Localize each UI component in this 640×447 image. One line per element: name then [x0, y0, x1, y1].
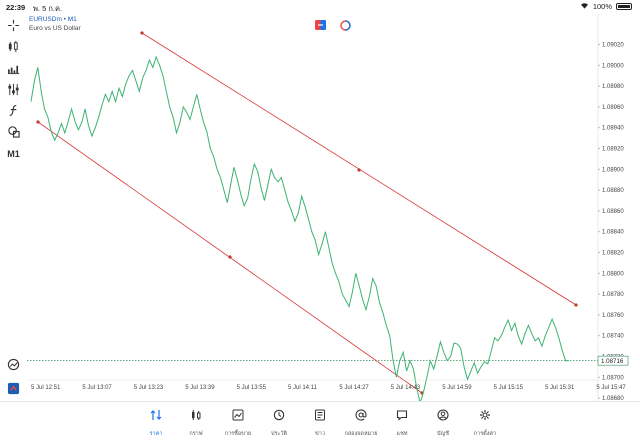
time-tick-label: 5 Jul 14:27 [339, 385, 369, 391]
history-icon [273, 408, 285, 426]
price-axis: 1.09020 1.09000 1.08980 1.08960 1.08940 1.089… [598, 43, 624, 401]
time-tick-label: 5 Jul 14:59 [442, 385, 472, 391]
nav-mailbox[interactable]: กล่องจดหมาย [341, 408, 381, 438]
nav-label-mailbox: กล่องจดหมาย [344, 431, 378, 437]
crosshair-icon[interactable] [5, 17, 22, 34]
nav-account[interactable]: บัญชี [423, 408, 463, 438]
trendline-anchor[interactable] [357, 168, 361, 172]
chart-icon [190, 408, 202, 426]
nav-quotes[interactable]: ราคา [136, 408, 176, 438]
sliders-icon[interactable] [5, 81, 22, 98]
battery-label: 100% [592, 2, 612, 11]
nav-label-trade: การซื้อขาย [224, 431, 252, 437]
price-chart[interactable]: 1.09020 1.09000 1.08980 1.08960 1.08940 1.089… [27, 14, 640, 401]
left-toolbar: M1 [0, 14, 27, 401]
time-tick-label: 5 Jul 15:47 [596, 385, 626, 391]
price-tick-label: 1.08980 [602, 84, 624, 90]
time-tick-label: 5 Jul 13:23 [134, 385, 164, 391]
price-tick-label: 1.09020 [602, 43, 624, 49]
status-right: 100% [580, 2, 632, 11]
time-axis: 5 Jul 12:51 5 Jul 13:07 5 Jul 13:23 5 Jul 1… [31, 385, 626, 391]
market-status-icon[interactable] [340, 19, 351, 31]
nav-label-account: บัญชี [437, 431, 449, 437]
one-click-trade-icon[interactable] [315, 20, 326, 30]
price-tick-label: 1.08700 [602, 375, 624, 381]
objects-icon[interactable] [5, 123, 22, 140]
timeframe-button[interactable]: M1 [5, 145, 22, 162]
indicator-icon[interactable] [5, 356, 22, 373]
function-icon[interactable] [5, 102, 22, 119]
battery-icon [616, 3, 632, 10]
price-tick-label: 1.09000 [602, 63, 624, 69]
settings-icon [479, 408, 491, 426]
nav-label-chart: กราฟ [189, 431, 203, 437]
trendline-anchor[interactable] [140, 31, 144, 35]
nav-label-quotes: ราคา [149, 431, 163, 437]
time-tick-label: 5 Jul 15:15 [494, 385, 524, 391]
chart-area[interactable]: 1.09020 1.09000 1.08980 1.08960 1.08940 1.089… [27, 14, 640, 401]
price-line [30, 55, 569, 401]
nav-settings[interactable]: การตั้งค่า [465, 408, 505, 438]
volumes-icon[interactable] [5, 60, 22, 77]
price-tick-label: 1.08900 [602, 167, 624, 173]
price-tick-label: 1.08840 [602, 230, 624, 236]
price-tick-label: 1.08940 [602, 126, 624, 132]
price-tick-label: 1.08880 [602, 188, 624, 194]
time-tick-label: 5 Jul 13:39 [185, 385, 215, 391]
nav-label-history: ประวัติ [270, 431, 288, 437]
account-icon [437, 408, 449, 426]
time-tick-label: 5 Jul 12:51 [31, 385, 61, 391]
nav-history[interactable]: ประวัติ [259, 408, 299, 438]
nav-trade[interactable]: การซื้อขาย [218, 408, 258, 438]
nav-chat[interactable]: แชท [382, 408, 422, 438]
quotes-icon [150, 408, 162, 426]
price-tick-label: 1.08860 [602, 209, 624, 215]
candles-icon[interactable] [5, 38, 22, 55]
price-tick-label: 1.08800 [602, 271, 624, 277]
price-tick-label: 1.08780 [602, 292, 624, 298]
price-tick-label: 1.08740 [602, 334, 624, 340]
wifi-icon [580, 2, 589, 11]
time-tick-label: 5 Jul 13:55 [237, 385, 267, 391]
current-price-label: 1.08716 [601, 358, 624, 365]
time-tick-label: 5 Jul 14:11 [288, 385, 318, 391]
broker-logo-icon[interactable] [5, 380, 22, 397]
price-tick-label: 1.08760 [602, 313, 624, 319]
symbol-description: Euro vs US Dollar [29, 24, 81, 32]
current-price-tag: 1.08716 [597, 355, 629, 366]
nav-chart[interactable]: กราฟ [176, 408, 216, 438]
trendline-anchor[interactable] [574, 303, 578, 307]
nav-label-news: ข่าว [315, 431, 325, 437]
nav-label-settings: การตั้งค่า [473, 431, 497, 437]
news-icon [314, 408, 326, 426]
one-click-trading [315, 19, 351, 31]
time-tick-label: 5 Jul 13:07 [82, 385, 112, 391]
price-tick-label: 1.08820 [602, 251, 624, 257]
time-tick-label: 5 Jul 15:31 [545, 385, 575, 391]
price-tick-label: 1.08960 [602, 105, 624, 111]
status-bar: 22:39 พ. 5 ก.ค. 100% [0, 0, 640, 14]
bottom-nav: ราคา กราฟ การซื้อขาย ประวัติ ข่าว กล่องจ… [0, 401, 640, 447]
chat-icon [396, 408, 408, 426]
status-time: 22:39 [6, 3, 26, 12]
trendline-anchor[interactable] [36, 120, 40, 124]
nav-label-chat: แชท [396, 431, 408, 437]
mailbox-icon [355, 408, 367, 426]
symbol-name[interactable]: EURUSDm • M1 [29, 16, 81, 25]
trendline-anchor[interactable] [228, 255, 232, 259]
time-tick-label: 5 Jul 14:43 [391, 385, 421, 391]
price-tick-label: 1.08920 [602, 147, 624, 153]
trade-icon [232, 408, 244, 426]
nav-news[interactable]: ข่าว [300, 408, 340, 438]
symbol-info: EURUSDm • M1 Euro vs US Dollar [29, 16, 81, 33]
